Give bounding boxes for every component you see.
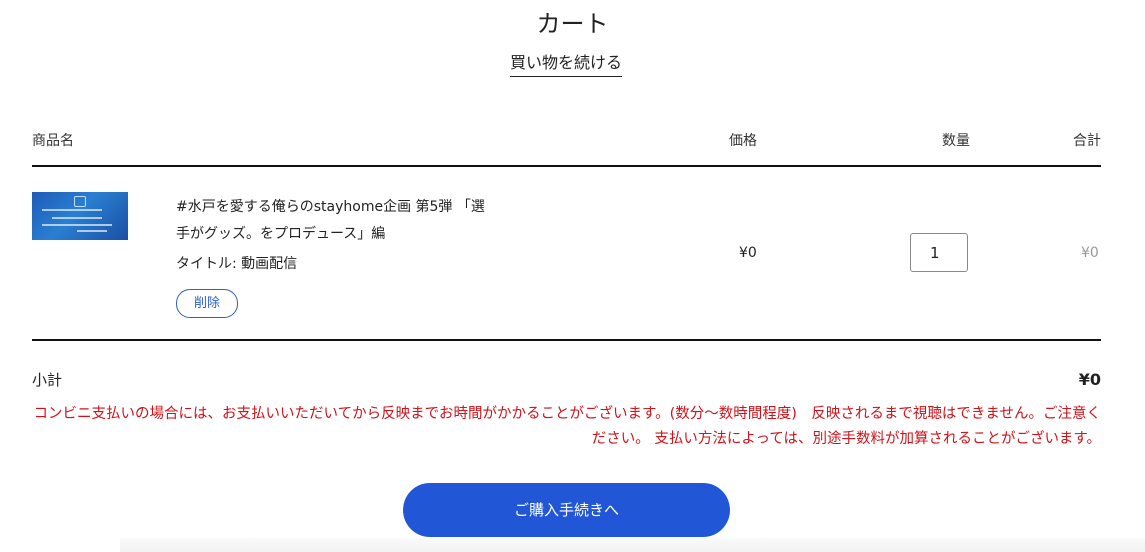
continue-shopping-link[interactable]: 買い物を続ける [510, 52, 622, 77]
column-header-quantity: 数量 [942, 133, 970, 149]
product-option: タイトル: 動画配信 [176, 256, 298, 272]
table-header-rule [32, 165, 1101, 167]
checkout-button[interactable]: ご購入手続きへ [403, 483, 730, 537]
thumbnail-text-line [42, 224, 112, 226]
quantity-input[interactable]: 1 [910, 233, 968, 272]
table-bottom-rule [32, 339, 1101, 341]
column-header-price: 価格 [729, 133, 757, 149]
thumbnail-text-line [77, 230, 107, 232]
item-total: ¥0 [1081, 245, 1099, 261]
thumbnail-text-line [52, 217, 102, 219]
page-title: カート [536, 10, 609, 38]
product-name[interactable]: #水戸を愛する俺らのstayhome企画 第5弾 「選手がグッズ。をプロデュース… [176, 194, 496, 248]
thumbnail-text-line [42, 209, 102, 211]
column-header-product: 商品名 [32, 133, 74, 149]
column-header-total: 合計 [1073, 133, 1101, 149]
product-thumbnail[interactable] [32, 192, 128, 240]
remove-item-button[interactable]: 削除 [176, 289, 238, 318]
subtotal-value: ¥0 [1078, 370, 1101, 389]
footer-shadow [120, 538, 1145, 552]
item-price: ¥0 [739, 245, 757, 261]
subtotal-label: 小計 [32, 371, 63, 389]
payment-notice: コンビニ支払いの場合には、お支払いいただいてから反映までお時間がかかることがござ… [33, 406, 1102, 447]
home-icon [74, 196, 86, 207]
